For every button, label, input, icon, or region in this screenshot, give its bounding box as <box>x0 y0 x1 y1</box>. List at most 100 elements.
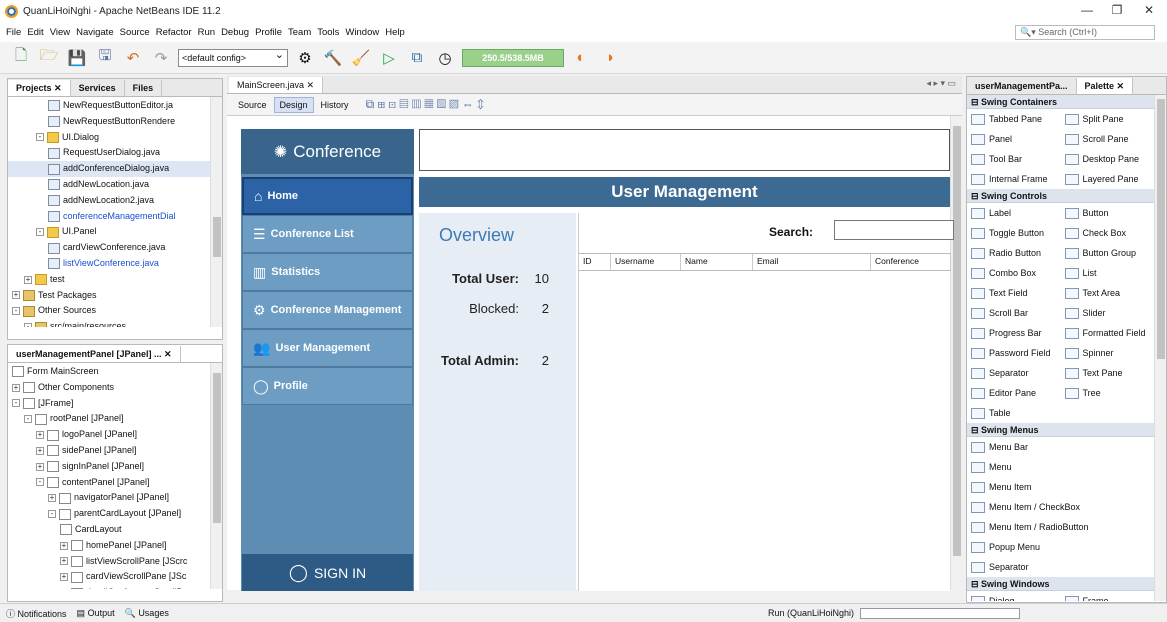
tree-item[interactable]: + navigatorPanel [JPanel] <box>8 490 222 506</box>
close-icon[interactable]: ✕ <box>1139 3 1159 17</box>
tree-item[interactable]: addNewLocation.java <box>8 177 222 193</box>
tab-history[interactable]: History <box>316 98 354 112</box>
palette-item[interactable]: Table <box>967 407 1154 419</box>
menu-file[interactable]: File <box>6 27 21 38</box>
new-file-icon[interactable]: 🗋 <box>10 47 32 69</box>
collapse-icon[interactable]: - <box>48 510 56 519</box>
palette-category[interactable]: ⊟ Swing Containers <box>967 95 1154 109</box>
menu-edit[interactable]: Edit <box>27 27 43 38</box>
palette-item[interactable]: Text Field <box>967 287 1061 299</box>
palette-item[interactable]: List <box>1061 267 1155 279</box>
collapse-icon[interactable]: - <box>36 133 44 142</box>
expand-icon[interactable]: + <box>36 431 44 440</box>
redo-icon[interactable]: ↷ <box>150 47 172 69</box>
column-header[interactable]: ID <box>579 254 611 270</box>
open-project-icon[interactable]: 💾 <box>66 47 88 69</box>
expand-icon[interactable]: + <box>36 446 44 455</box>
palette-item[interactable]: Separator <box>967 367 1061 379</box>
menu-navigate[interactable]: Navigate <box>76 27 114 38</box>
restore-icon[interactable]: ❐ <box>1107 3 1127 17</box>
palette-item[interactable]: Label <box>967 207 1061 219</box>
gear-icon[interactable]: ⚙ <box>294 47 316 69</box>
design-scrollbar[interactable] <box>950 116 962 590</box>
notifications-button[interactable]: ⓘ Notifications <box>6 607 67 620</box>
design-tools-icons[interactable]: ⧉ ⊞ ⊡ ▤ ▥ ▦ ▧ ▨ ⇔ ⇕ <box>366 97 484 112</box>
palette-item[interactable]: Editor Pane <box>967 387 1061 399</box>
save-all-icon[interactable]: 🖫 <box>94 47 116 69</box>
run-icon[interactable]: ▷ <box>378 47 400 69</box>
palette-item[interactable]: Dialog <box>967 595 1061 601</box>
tree-item[interactable]: addNewLocation2.java <box>8 193 222 209</box>
nav-statistics[interactable]: ▥ Statistics <box>242 253 413 291</box>
menu-window[interactable]: Window <box>345 27 379 38</box>
tree-item[interactable]: + cardViewScrollPane [JSc <box>8 569 222 585</box>
tree-item[interactable]: - rootPanel [JPanel] <box>8 411 222 427</box>
menu-run[interactable]: Run <box>198 27 215 38</box>
menu-help[interactable]: Help <box>385 27 405 38</box>
tree-item[interactable]: - UI.Dialog <box>8 130 222 146</box>
expand-icon[interactable]: + <box>36 462 44 471</box>
memory-indicator[interactable]: 250.5/538.5MB <box>462 48 564 67</box>
tree-item[interactable]: - parentCardLayout [JPanel] <box>8 506 222 522</box>
palette-item[interactable]: Tree <box>1061 387 1155 399</box>
palette-item[interactable]: Toggle Button <box>967 227 1061 239</box>
tree-item[interactable]: cardViewConference.java <box>8 240 222 256</box>
tree-item[interactable]: + homePanel [JPanel] <box>8 538 222 554</box>
tree-item[interactable]: + test <box>8 272 222 288</box>
collapse-icon[interactable]: - <box>24 323 32 327</box>
expand-icon[interactable]: + <box>48 494 56 503</box>
palette-item[interactable]: Formatted Field <box>1061 327 1155 339</box>
gc-icon[interactable]: ◐ <box>570 47 592 69</box>
usages-button[interactable]: 🔍 Usages <box>125 608 169 619</box>
collapse-icon[interactable]: - <box>12 399 20 408</box>
menu-tools[interactable]: Tools <box>317 27 339 38</box>
nav-profile[interactable]: ◯ Profile <box>242 367 413 405</box>
tree-item[interactable]: - Other Sources <box>8 303 222 319</box>
menu-profile[interactable]: Profile <box>255 27 282 38</box>
palette-item[interactable]: Menu Item / CheckBox <box>967 501 1154 513</box>
menu-debug[interactable]: Debug <box>221 27 249 38</box>
menu-source[interactable]: Source <box>120 27 150 38</box>
expand-icon[interactable]: + <box>12 291 20 300</box>
tab-navigator[interactable]: userManagementPanel [JPanel] ... ✕ <box>8 346 181 362</box>
column-header[interactable]: Username <box>611 254 681 270</box>
tree-item[interactable]: + logoPanel [JPanel] <box>8 427 222 443</box>
menu-view[interactable]: View <box>50 27 70 38</box>
new-project-icon[interactable]: 🗁 <box>38 47 60 69</box>
palette-item[interactable]: Panel <box>967 133 1061 145</box>
build-icon[interactable]: 🔨 <box>322 47 344 69</box>
collapse-icon[interactable]: - <box>36 228 44 237</box>
nav-user-management[interactable]: 👥 User Management <box>242 329 413 367</box>
palette-item[interactable]: Radio Button <box>967 247 1061 259</box>
search-input[interactable]: 🔍▾ Search (Ctrl+I) <box>1015 25 1155 40</box>
tab-projects[interactable]: Projects ✕ <box>8 80 71 96</box>
palette-item[interactable]: Split Pane <box>1061 113 1155 125</box>
tree-item[interactable]: - [JFrame] <box>8 396 222 412</box>
tree-item[interactable]: NewRequestButtonRendere <box>8 114 222 130</box>
tree-item[interactable]: - UI.Panel <box>8 224 222 240</box>
expand-icon[interactable]: + <box>60 557 68 566</box>
tree-item[interactable]: NewRequestButtonEditor.ja <box>8 98 222 114</box>
palette-item[interactable]: Menu <box>967 461 1154 473</box>
palette-item[interactable]: Password Field <box>967 347 1061 359</box>
output-button[interactable]: ▤ Output <box>77 608 115 619</box>
palette-item[interactable]: Text Pane <box>1061 367 1155 379</box>
tree-item[interactable]: + listViewScrollPane [JScrc <box>8 554 222 570</box>
minimize-icon[interactable]: — <box>1077 3 1097 17</box>
undo-icon[interactable]: ↶ <box>122 47 144 69</box>
tree-item[interactable]: - contentPanel [JPanel] <box>8 475 222 491</box>
clean-build-icon[interactable]: 🧹 <box>350 47 372 69</box>
palette-item[interactable]: Text Area <box>1061 287 1155 299</box>
gc2-icon[interactable]: ◑ <box>598 47 620 69</box>
nav-home[interactable]: ⌂ Home <box>242 177 413 215</box>
palette-item[interactable]: Progress Bar <box>967 327 1061 339</box>
tree-item[interactable]: - src/main/resources <box>8 319 222 327</box>
menu-team[interactable]: Team <box>288 27 311 38</box>
palette-item[interactable]: Menu Bar <box>967 441 1154 453</box>
palette-item[interactable]: Internal Frame <box>967 173 1061 185</box>
column-header[interactable]: Email <box>753 254 871 270</box>
palette-item[interactable]: Scroll Bar <box>967 307 1061 319</box>
tab-palette[interactable]: Palette ✕ <box>1076 78 1134 94</box>
nav-conference-management[interactable]: ⚙ Conference Management <box>242 291 413 329</box>
palette-item[interactable]: Tabbed Pane <box>967 113 1061 125</box>
